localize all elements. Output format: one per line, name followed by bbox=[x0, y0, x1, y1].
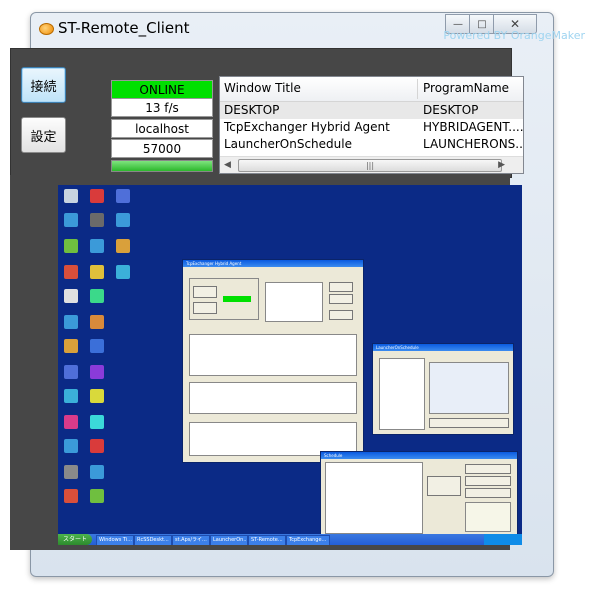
remote-window-schedule: Schedule bbox=[320, 451, 518, 537]
desktop-icon bbox=[64, 239, 78, 253]
desktop-icon bbox=[90, 289, 104, 303]
desktop-icon bbox=[64, 189, 78, 203]
remote-task: Windows Ti... bbox=[96, 535, 134, 545]
remote-task: st.Aps/ライ... bbox=[172, 535, 210, 545]
desktop-icon bbox=[90, 389, 104, 403]
remote-status bbox=[223, 296, 251, 302]
desktop-icon bbox=[90, 465, 104, 479]
remote-list bbox=[325, 462, 423, 534]
remote-button bbox=[193, 302, 217, 314]
progress-fill bbox=[112, 161, 212, 171]
column-separator[interactable] bbox=[417, 79, 418, 99]
minimize-icon: — bbox=[453, 18, 463, 30]
row-program: LAUNCHERONS.... bbox=[423, 137, 524, 151]
desktop-icon bbox=[64, 339, 78, 353]
remote-button bbox=[193, 286, 217, 298]
scroll-right-icon[interactable]: ▶ bbox=[498, 160, 505, 170]
settings-button[interactable]: 設定 bbox=[21, 117, 66, 153]
row-program: HYBRIDAGENT.... bbox=[423, 120, 524, 134]
desktop-icon bbox=[64, 489, 78, 503]
remote-list bbox=[189, 334, 357, 376]
remote-window-titlebar: Schedule bbox=[321, 452, 517, 459]
fps-display: 13 f/s bbox=[111, 98, 213, 117]
horizontal-scrollbar[interactable]: ◀ ||| ▶ bbox=[220, 156, 523, 173]
list-item[interactable]: TcpExchanger Hybrid Agent HYBRIDAGENT...… bbox=[220, 119, 523, 136]
desktop-icon bbox=[64, 439, 78, 453]
desktop-icon bbox=[90, 489, 104, 503]
desktop-icon bbox=[90, 439, 104, 453]
desktop-icon bbox=[90, 415, 104, 429]
desktop-icon bbox=[90, 189, 104, 203]
remote-list bbox=[189, 382, 357, 414]
app-icon bbox=[39, 23, 54, 35]
desktop-icon bbox=[64, 389, 78, 403]
host-field: localhost bbox=[111, 119, 213, 138]
list-item[interactable]: LauncherOnSchedule LAUNCHERONS.... bbox=[220, 136, 523, 153]
column-window-title[interactable]: Window Title bbox=[224, 81, 301, 95]
desktop-icon bbox=[90, 315, 104, 329]
remote-preview bbox=[429, 362, 509, 414]
progress-bar bbox=[111, 160, 213, 172]
row-title: DESKTOP bbox=[224, 103, 280, 117]
remote-list bbox=[379, 358, 425, 430]
remote-window-titlebar: TcpExchanger Hybrid Agent bbox=[183, 260, 363, 267]
remote-start-button: スタート bbox=[58, 534, 92, 545]
desktop-icon bbox=[116, 189, 130, 203]
powered-by-label: Powered BY OrangeMaker bbox=[443, 29, 585, 42]
desktop-icon bbox=[64, 465, 78, 479]
remote-window-tcpexchanger: TcpExchanger Hybrid Agent bbox=[182, 259, 364, 463]
desktop-icon bbox=[90, 365, 104, 379]
remote-button bbox=[429, 418, 509, 428]
port-field: 57000 bbox=[111, 139, 213, 158]
remote-desktop-view[interactable]: TcpExchanger Hybrid Agent LauncherOnSche… bbox=[58, 185, 522, 545]
remote-button bbox=[329, 310, 353, 320]
row-title: TcpExchanger Hybrid Agent bbox=[224, 120, 390, 134]
remote-system-tray bbox=[484, 534, 522, 545]
window-title: ST-Remote_Client bbox=[58, 19, 190, 37]
list-item[interactable]: DESKTOP DESKTOP bbox=[220, 102, 523, 119]
remote-button bbox=[465, 464, 511, 474]
list-header: Window Title ProgramName bbox=[220, 77, 523, 102]
remote-panel bbox=[465, 502, 511, 532]
remote-taskbar: スタート Windows Ti... RcSSDeskt... st.Aps/ラ… bbox=[58, 534, 522, 545]
maximize-icon: □ bbox=[477, 18, 487, 30]
remote-task: TcpExchange... bbox=[286, 535, 330, 545]
connect-button[interactable]: 接続 bbox=[21, 67, 66, 103]
scroll-left-icon[interactable]: ◀ bbox=[224, 160, 231, 170]
desktop-icon bbox=[90, 239, 104, 253]
remote-task: LauncherOn... bbox=[210, 535, 248, 545]
row-program: DESKTOP bbox=[423, 103, 479, 117]
remote-button bbox=[427, 476, 461, 496]
desktop-icon bbox=[116, 239, 130, 253]
desktop-icon bbox=[90, 339, 104, 353]
desktop-icon bbox=[64, 315, 78, 329]
remote-button bbox=[329, 282, 353, 292]
remote-task: RcSSDeskt... bbox=[134, 535, 172, 545]
desktop-icon bbox=[116, 265, 130, 279]
desktop-icon bbox=[64, 415, 78, 429]
remote-button bbox=[465, 476, 511, 486]
remote-window-titlebar: LauncherOnSchedule bbox=[373, 344, 513, 351]
desktop-icon bbox=[64, 265, 78, 279]
desktop-icon bbox=[64, 365, 78, 379]
desktop-icon bbox=[116, 213, 130, 227]
window-list[interactable]: Window Title ProgramName DESKTOP DESKTOP… bbox=[219, 76, 524, 174]
connection-status: ONLINE bbox=[111, 80, 213, 99]
row-title: LauncherOnSchedule bbox=[224, 137, 352, 151]
remote-button bbox=[329, 294, 353, 304]
scroll-thumb[interactable]: ||| bbox=[238, 159, 502, 172]
remote-list bbox=[265, 282, 323, 322]
remote-window-launcher: LauncherOnSchedule bbox=[372, 343, 514, 435]
desktop-icon bbox=[90, 265, 104, 279]
desktop-icon bbox=[64, 289, 78, 303]
desktop-icon bbox=[90, 213, 104, 227]
column-program-name[interactable]: ProgramName bbox=[423, 81, 509, 95]
remote-task: ST-Remote... bbox=[248, 535, 286, 545]
remote-button bbox=[465, 488, 511, 498]
desktop-icon bbox=[64, 213, 78, 227]
